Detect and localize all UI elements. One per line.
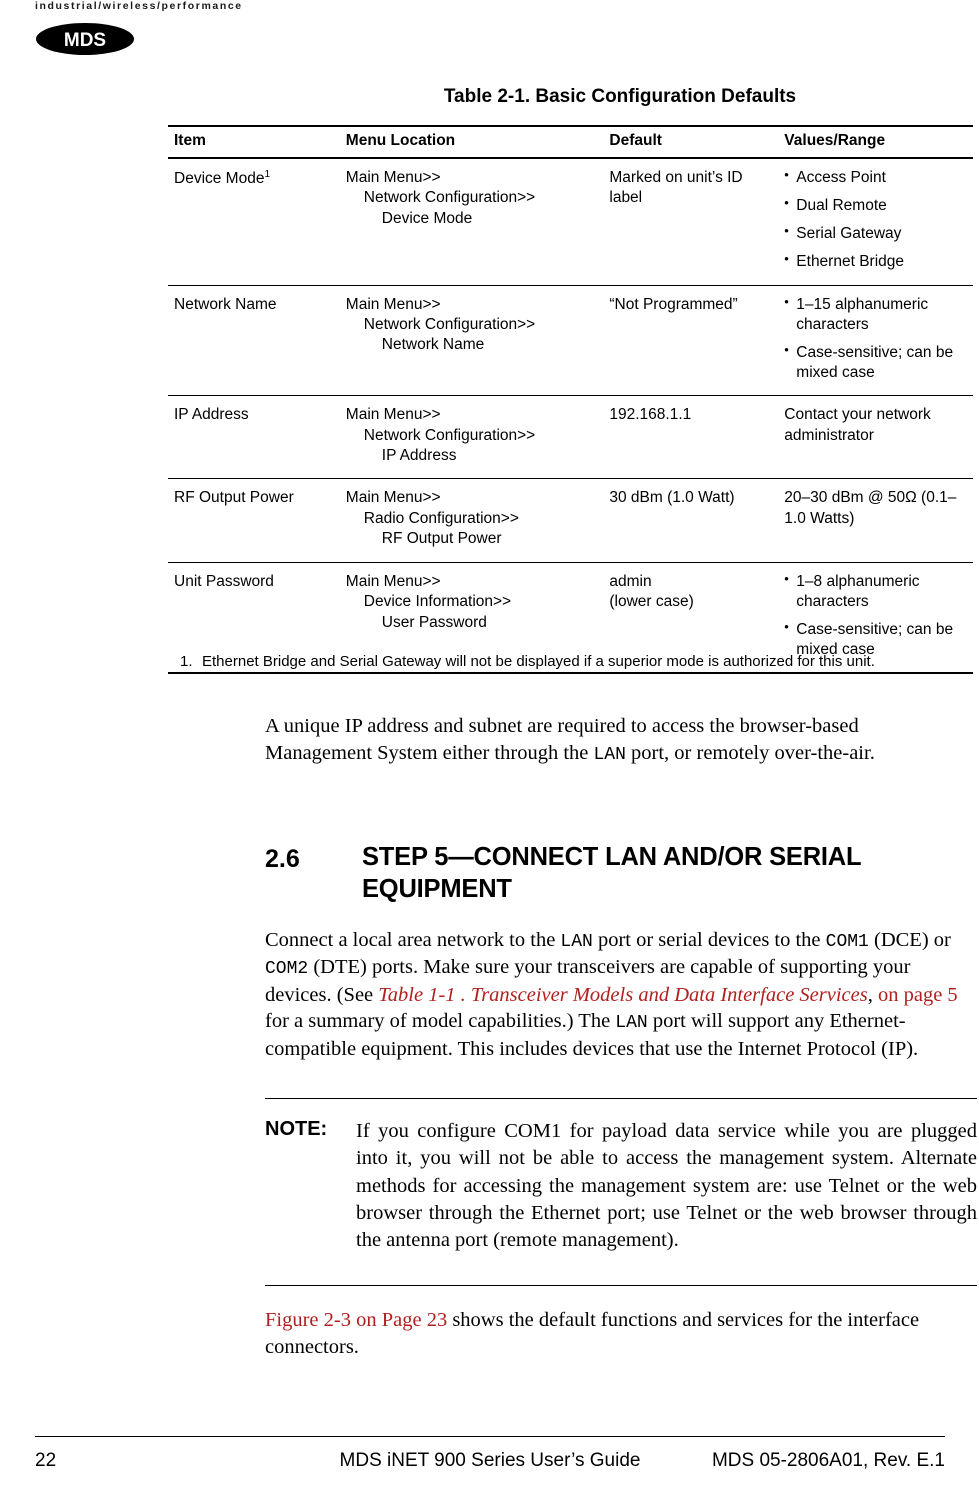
menu-line-2: Radio Configuration>> bbox=[363, 509, 519, 527]
basic-configuration-defaults-table: Item Menu Location Default Values/Range … bbox=[168, 125, 973, 675]
cross-reference-table-1-1[interactable]: Table 1-1 . Transceiver Models and Data … bbox=[378, 984, 867, 1006]
note-label: NOTE: bbox=[265, 1118, 328, 1140]
cell-values: 20–30 dBm @ 50Ω (0.1–1.0 Watts) bbox=[778, 478, 973, 563]
section-number: 2.6 bbox=[265, 845, 300, 873]
cell-default: 30 dBm (1.0 Watt) bbox=[603, 478, 779, 563]
cell-menu-location: Main Menu>> Network Configuration>> Netw… bbox=[339, 285, 604, 397]
list-item: Dual Remote bbox=[784, 195, 967, 216]
para2-mono-lan: LAN bbox=[560, 932, 593, 952]
footnote-marker: 1 bbox=[264, 169, 271, 180]
cell-menu-location: Main Menu>> Network Configuration>> IP A… bbox=[339, 395, 604, 480]
footer-divider bbox=[35, 1436, 945, 1437]
menu-line-1: Main Menu>> bbox=[345, 406, 441, 424]
cross-reference-page-5[interactable]: on page 5 bbox=[878, 984, 958, 1006]
table-row: Device Mode1 Main Menu>> Network Configu… bbox=[168, 158, 973, 286]
column-header-values-range: Values/Range bbox=[778, 125, 973, 159]
menu-line-3: IP Address bbox=[381, 447, 457, 465]
list-item: Ethernet Bridge bbox=[784, 251, 967, 272]
values-list: Access Point Dual Remote Serial Gateway … bbox=[784, 167, 967, 273]
menu-line-2: Network Configuration>> bbox=[363, 316, 536, 334]
para2-part-2: port or serial devices to the bbox=[592, 929, 826, 951]
paragraph-figure-reference: Figure 2-3 on Page 23 shows the default … bbox=[265, 1307, 977, 1360]
table-footnote: 1. Ethernet Bridge and Serial Gateway wi… bbox=[180, 652, 880, 672]
list-item: Access Point bbox=[784, 167, 967, 188]
item-label: Device Mode bbox=[174, 170, 265, 188]
table-row: Network Name Main Menu>> Network Configu… bbox=[168, 285, 973, 397]
menu-line-3: RF Output Power bbox=[381, 530, 502, 548]
para2-mono-com2: COM2 bbox=[265, 959, 309, 980]
column-header-default: Default bbox=[603, 125, 779, 159]
cross-reference-figure-2-3[interactable]: Figure 2-3 on Page 23 bbox=[265, 1309, 447, 1331]
table-caption: Table 2-1. Basic Configuration Defaults bbox=[443, 86, 797, 107]
para2-part-5: , bbox=[867, 983, 878, 1006]
cell-default: 192.168.1.1 bbox=[603, 395, 779, 480]
cell-menu-location: Main Menu>> Radio Configuration>> RF Out… bbox=[339, 478, 604, 563]
note-divider-top bbox=[265, 1098, 977, 1099]
menu-line-1: Main Menu>> bbox=[345, 295, 441, 313]
menu-line-3: User Password bbox=[381, 613, 487, 631]
note-divider-bottom bbox=[265, 1285, 977, 1286]
note-text: If you configure COM1 for payload data s… bbox=[356, 1120, 977, 1251]
cell-values: 1–15 alphanumeric characters Case-sensit… bbox=[778, 285, 973, 397]
menu-line-3: Device Mode bbox=[381, 209, 473, 227]
footer-document-id: MDS 05-2806A01, Rev. E.1 bbox=[711, 1450, 945, 1471]
cell-item: Device Mode1 bbox=[168, 158, 340, 286]
cell-default: Marked on unit’s ID label bbox=[603, 158, 779, 286]
menu-line-1: Main Menu>> bbox=[345, 169, 441, 186]
values-list: 1–8 alphanumeric characters Case-sensiti… bbox=[784, 571, 967, 661]
para1-part-b: port, or remotely over-the-air. bbox=[625, 741, 875, 764]
cell-values: Contact your network administrator bbox=[778, 395, 973, 480]
list-item: Serial Gateway bbox=[784, 223, 967, 244]
para2-part-3: (DCE) or bbox=[868, 929, 951, 951]
para1-mono-lan: LAN bbox=[593, 744, 626, 765]
cell-default: “Not Programmed” bbox=[603, 285, 779, 397]
menu-line-1: Main Menu>> bbox=[345, 572, 441, 590]
cell-item: IP Address bbox=[168, 395, 340, 480]
paragraph-ip-address: A unique IP address and subnet are requi… bbox=[265, 713, 965, 767]
menu-line-2: Network Configuration>> bbox=[363, 426, 536, 444]
menu-line-1: Main Menu>> bbox=[345, 489, 441, 507]
list-item: Case-sensitive; can be mixed case bbox=[784, 342, 967, 383]
para2-mono-com1: COM1 bbox=[825, 932, 869, 952]
menu-line-3: Network Name bbox=[381, 336, 485, 354]
table-row: IP Address Main Menu>> Network Configura… bbox=[168, 395, 973, 480]
menu-line-2: Network Configuration>> bbox=[363, 189, 536, 207]
para2-part-6: for a summary of model capabilities.) Th… bbox=[265, 1010, 616, 1033]
list-item: 1–8 alphanumeric characters bbox=[784, 571, 967, 612]
column-header-menu-location: Menu Location bbox=[339, 125, 604, 159]
column-header-item: Item bbox=[168, 125, 340, 159]
list-item: 1–15 alphanumeric characters bbox=[784, 294, 967, 335]
table-header-row: Item Menu Location Default Values/Range bbox=[168, 125, 973, 159]
values-list: 1–15 alphanumeric characters Case-sensit… bbox=[784, 294, 967, 384]
footnote-number: 1. bbox=[180, 653, 193, 670]
menu-line-2: Device Information>> bbox=[363, 593, 512, 611]
cell-values: Access Point Dual Remote Serial Gateway … bbox=[778, 158, 973, 286]
cell-item: RF Output Power bbox=[168, 478, 340, 563]
svg-text:MDS: MDS bbox=[64, 30, 106, 51]
para2-mono-lan-2: LAN bbox=[615, 1013, 648, 1034]
section-title: STEP 5—CONNECT LAN AND/OR SERIAL EQUIPME… bbox=[362, 843, 861, 903]
paragraph-connect-equipment: Connect a local area network to the LAN … bbox=[265, 927, 977, 1062]
mds-logo: MDS bbox=[35, 22, 135, 56]
cell-item: Network Name bbox=[168, 285, 340, 397]
footnote-text: Ethernet Bridge and Serial Gateway will … bbox=[202, 653, 875, 670]
table-row: RF Output Power Main Menu>> Radio Config… bbox=[168, 478, 973, 563]
cell-menu-location: Main Menu>> Network Configuration>> Devi… bbox=[339, 158, 604, 286]
header-tagline: industrial/wireless/performance bbox=[35, 0, 243, 12]
para2-part-1: Connect a local area network to the bbox=[265, 929, 561, 951]
